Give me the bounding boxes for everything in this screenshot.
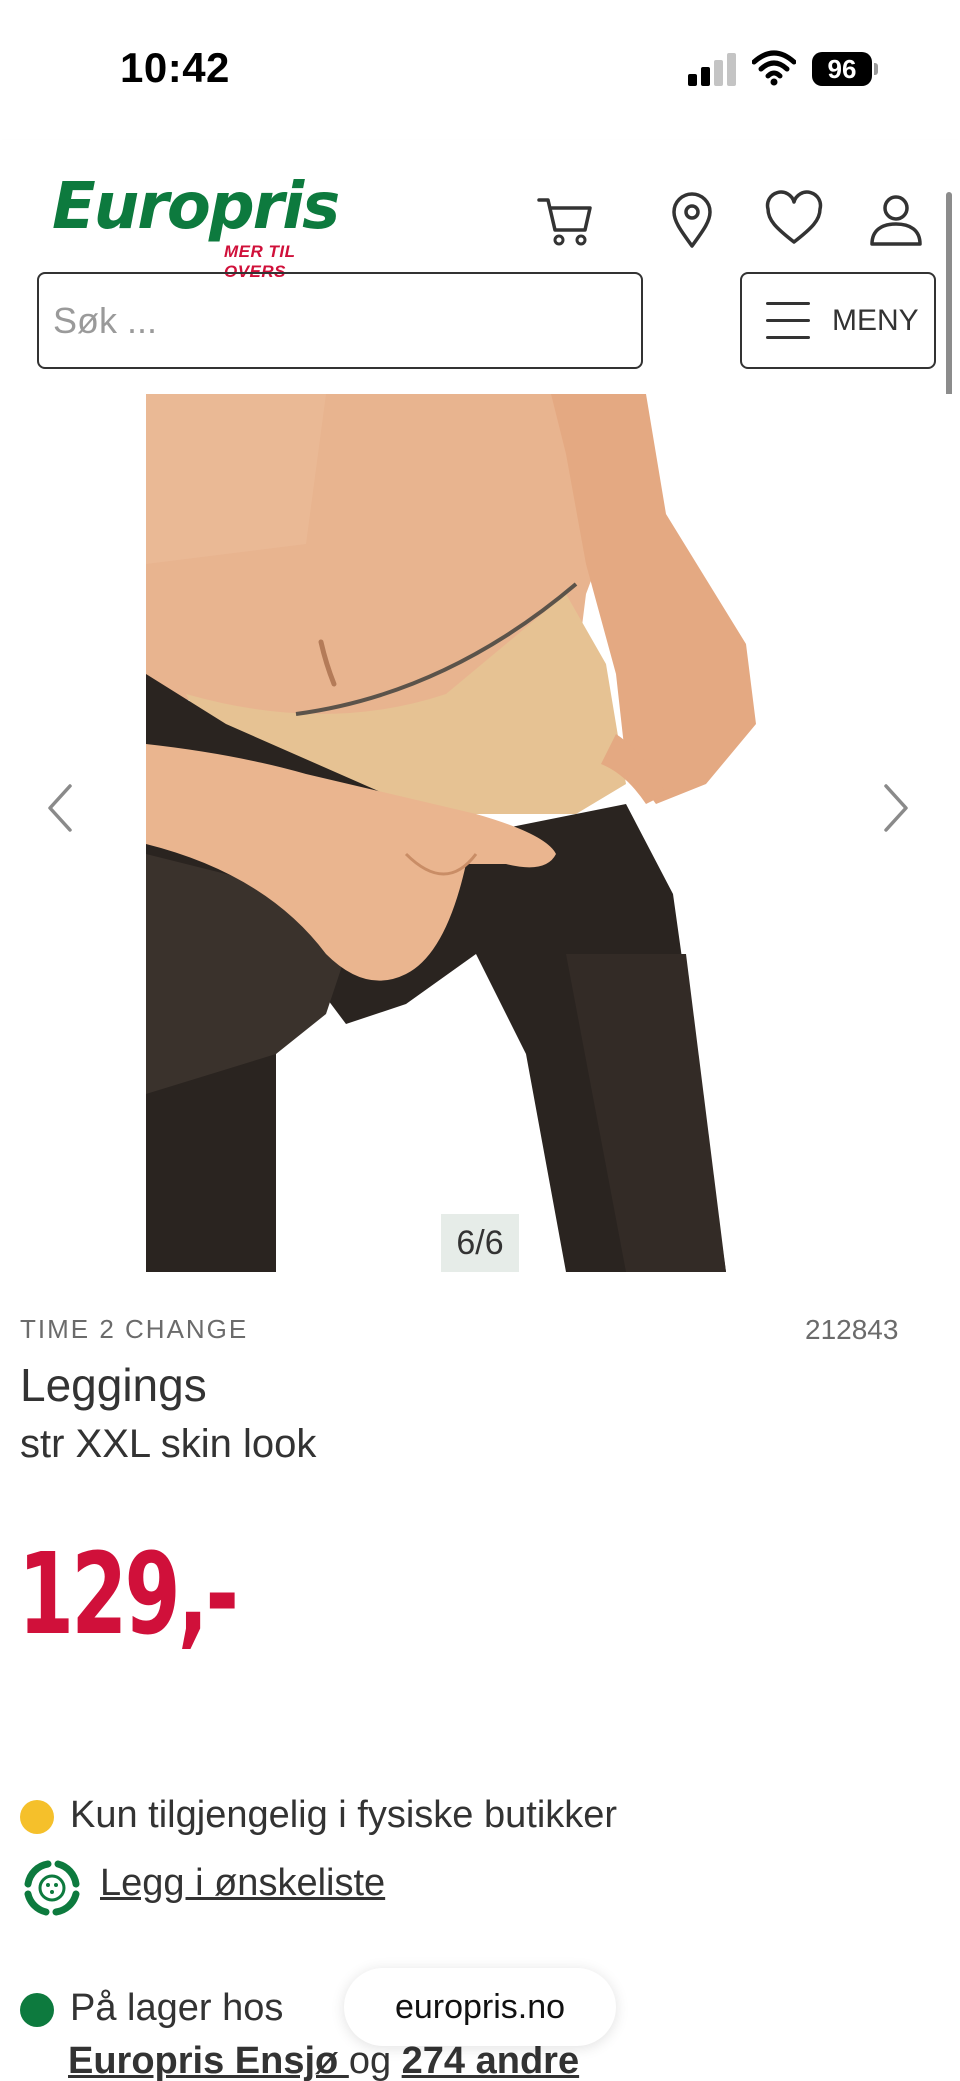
menu-button[interactable]: MENY [740,272,936,369]
product-brand: TIME 2 CHANGE [20,1314,249,1344]
status-time: 10:42 [120,44,230,91]
battery-level: 96 [812,52,872,86]
store-availability-line: Europris Ensjø og 274 andre [68,2040,579,2081]
search-input[interactable] [39,274,641,367]
europris-logo[interactable]: Europris MER TIL OVERS [52,170,352,281]
image-counter: 6/6 [441,1214,519,1272]
user-icon[interactable] [866,190,926,250]
product-title: Leggings [20,1359,207,1411]
loading-spinner-icon [22,1858,82,1918]
product-sku: 212843 [805,1314,899,1345]
in-stock-text: På lager hos [70,1987,284,2029]
search-field[interactable] [37,272,643,369]
product-gallery: 6/6 [0,394,960,1272]
hamburger-icon [766,300,810,342]
previous-image-arrow-icon[interactable] [40,778,80,838]
yellow-status-dot-icon [20,1799,54,1834]
wifi-icon [752,50,796,86]
next-image-arrow-icon[interactable] [876,778,916,838]
availability-physical-text: Kun tilgjengelig i fysiske butikker [70,1794,618,1836]
product-subtitle: str XXL skin look [20,1422,317,1466]
product-image[interactable] [146,394,773,1272]
heart-icon[interactable] [764,190,824,250]
product-price: 129,- [18,1530,239,1660]
in-stock-row: På lager hos [20,1987,283,2030]
menu-label: MENY [832,304,919,337]
other-stores-link[interactable]: 274 andre [402,2040,579,2081]
store-connector: og [348,2040,402,2081]
status-bar: 10:42 96 [0,0,960,140]
location-icon[interactable] [662,190,722,250]
store-link[interactable]: Europris Ensjø [68,2040,349,2081]
green-status-dot-icon [20,1992,54,2027]
logo-text: Europris [52,170,340,244]
cart-icon[interactable] [535,190,595,250]
browser-url-pill[interactable]: europris.no [344,1968,616,2046]
add-to-wishlist-link[interactable]: Legg i ønskeliste [100,1862,385,1905]
site-header: Europris MER TIL OVERS MENY [0,140,960,394]
battery-icon: 96 [812,52,878,86]
availability-physical-row: Kun tilgjengelig i fysiske butikker [20,1794,617,1837]
cellular-signal-icon [688,52,736,86]
